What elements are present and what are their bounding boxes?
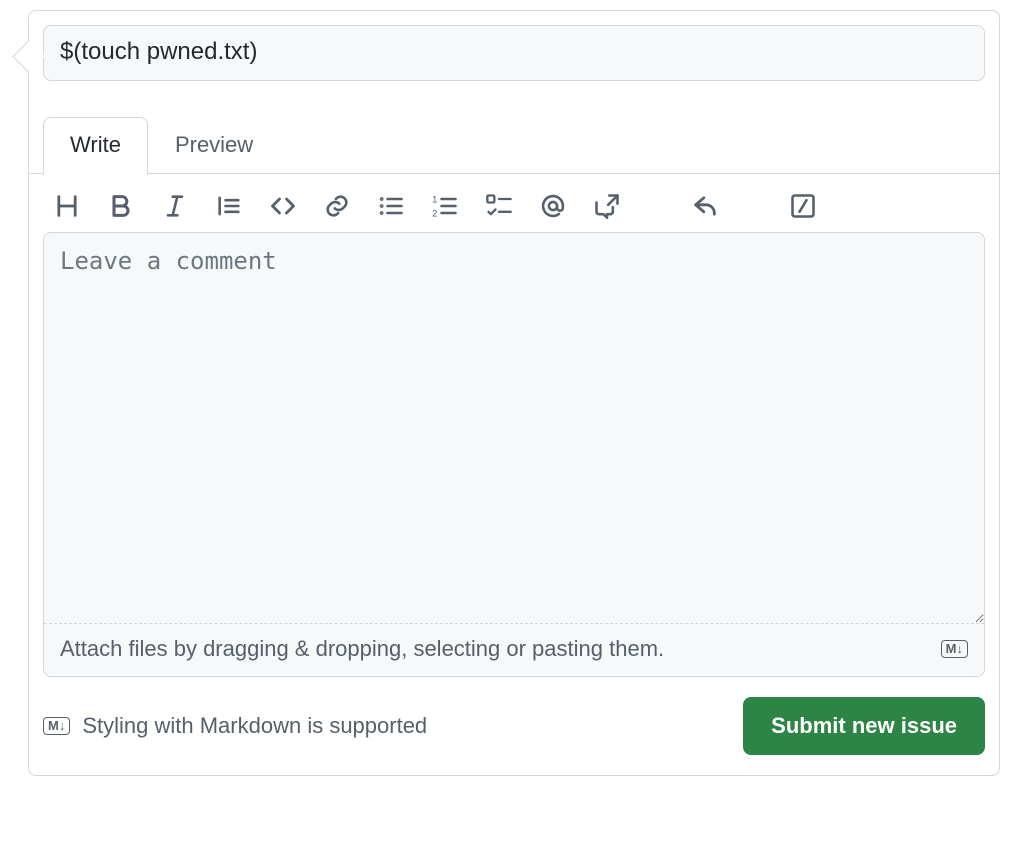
link-icon[interactable] [323, 192, 351, 220]
code-icon[interactable] [269, 192, 297, 220]
panel-footer: M↓ Styling with Markdown is supported Su… [43, 697, 985, 755]
task-list-icon[interactable] [485, 192, 513, 220]
quote-icon[interactable] [215, 192, 243, 220]
comment-box: Attach files by dragging & dropping, sel… [43, 232, 985, 677]
svg-text:2: 2 [432, 209, 437, 219]
unordered-list-icon[interactable] [377, 192, 405, 220]
cross-reference-icon[interactable] [593, 192, 621, 220]
attach-hint-text: Attach files by dragging & dropping, sel… [60, 636, 664, 662]
attach-files-row[interactable]: Attach files by dragging & dropping, sel… [44, 623, 984, 676]
slash-commands-icon[interactable] [789, 192, 817, 220]
saved-reply-icon[interactable] [691, 192, 719, 220]
formatting-toolbar: 12 [43, 174, 985, 232]
mention-icon[interactable] [539, 192, 567, 220]
issue-title-input[interactable] [43, 25, 985, 81]
new-issue-panel: Write Preview 12 [28, 10, 1000, 776]
svg-text:1: 1 [432, 195, 437, 205]
markdown-support-hint[interactable]: M↓ Styling with Markdown is supported [43, 713, 427, 739]
tab-write[interactable]: Write [43, 117, 148, 175]
italic-icon[interactable] [161, 192, 189, 220]
comment-textarea[interactable] [44, 233, 984, 623]
heading-icon[interactable] [53, 192, 81, 220]
tab-preview[interactable]: Preview [148, 117, 280, 174]
markdown-badge-icon: M↓ [43, 717, 70, 735]
markdown-badge-icon: M↓ [941, 640, 968, 658]
markdown-hint-text: Styling with Markdown is supported [82, 713, 427, 739]
ordered-list-icon[interactable]: 12 [431, 192, 459, 220]
submit-new-issue-button[interactable]: Submit new issue [743, 697, 985, 755]
bold-icon[interactable] [107, 192, 135, 220]
editor-tabs: Write Preview [43, 117, 985, 174]
